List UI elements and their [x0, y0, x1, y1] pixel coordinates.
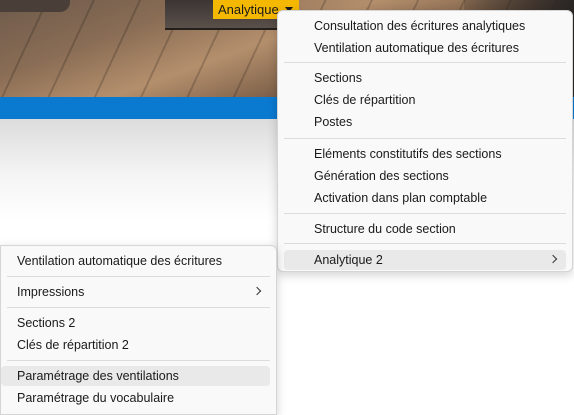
menu-item-elements-constitutifs[interactable]: Eléments constitutifs des sections	[284, 144, 566, 164]
menu-item-label: Clés de répartition	[314, 93, 416, 107]
menu-item-parametrage-vocabulaire[interactable]: Paramétrage du vocabulaire	[1, 388, 270, 408]
menu-item-label: Sections	[314, 71, 362, 85]
menu-separator	[7, 307, 270, 308]
menu-item-label: Paramétrage des ventilations	[17, 369, 179, 383]
menu-item-label: Analytique 2	[314, 253, 383, 267]
menu-item-label: Génération des sections	[314, 169, 449, 183]
menu-item-cles-repartition-2[interactable]: Clés de répartition 2	[1, 335, 270, 355]
menu-item-label: Consultation des écritures analytiques	[314, 19, 526, 33]
menu-item-structure-code[interactable]: Structure du code section	[284, 219, 566, 239]
menu-item-label: Postes	[314, 115, 353, 129]
analytique-2-submenu: Ventilation automatique des écritures Im…	[0, 245, 277, 415]
menu-separator	[284, 138, 566, 139]
menu-item-generation-sections[interactable]: Génération des sections	[284, 166, 566, 186]
chevron-right-icon	[548, 254, 558, 264]
menu-item-ventilation-auto[interactable]: Ventilation automatique des écritures	[1, 251, 270, 271]
menu-item-activation-plan[interactable]: Activation dans plan comptable	[284, 188, 566, 208]
menu-separator	[284, 62, 566, 63]
menu-item-label: Ventilation automatique des écritures	[314, 41, 519, 55]
menu-item-consultation-ecritures[interactable]: Consultation des écritures analytiques	[284, 16, 566, 36]
menu-item-label: Sections 2	[17, 316, 76, 330]
menu-item-label: Eléments constitutifs des sections	[314, 147, 502, 161]
menu-item-parametrage-ventilations[interactable]: Paramétrage des ventilations	[1, 366, 270, 386]
menu-item-ventilation-automatique[interactable]: Ventilation automatique des écritures	[284, 38, 566, 58]
menu-item-cles-repartition[interactable]: Clés de répartition	[284, 90, 566, 110]
menu-item-label: Activation dans plan comptable	[314, 191, 488, 205]
chevron-right-icon	[252, 286, 262, 296]
analytique-dropdown-menu: Consultation des écritures analytiques V…	[277, 10, 573, 272]
menu-separator	[284, 243, 566, 244]
menu-item-label: Structure du code section	[314, 222, 456, 236]
menu-item-label: Paramétrage du vocabulaire	[17, 391, 175, 405]
menu-item-label: Ventilation automatique des écritures	[17, 254, 222, 268]
background-sofa	[0, 0, 70, 12]
menu-item-impressions[interactable]: Impressions	[1, 282, 270, 302]
analytique-menu-label: Analytique	[218, 2, 279, 17]
menu-item-sections[interactable]: Sections	[284, 68, 566, 88]
menu-separator	[284, 213, 566, 214]
menu-separator	[7, 276, 270, 277]
menu-item-label: Clés de répartition 2	[17, 338, 129, 352]
menu-item-analytique-2[interactable]: Analytique 2	[284, 250, 566, 270]
menu-item-sections-2[interactable]: Sections 2	[1, 313, 270, 333]
menu-item-postes[interactable]: Postes	[284, 112, 566, 132]
menu-item-label: Impressions	[17, 285, 85, 299]
menu-separator	[7, 360, 270, 361]
